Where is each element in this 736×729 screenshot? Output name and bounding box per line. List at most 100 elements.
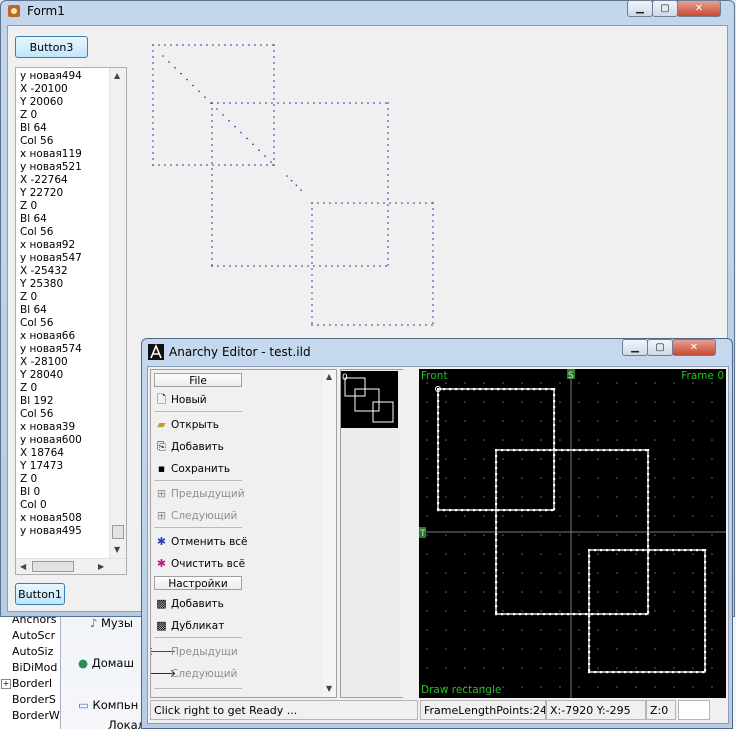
add-file-icon: ⎘ — [157, 440, 166, 453]
editor-client: File 🗋 Новый ▰ Открыть ⎘ Добавить ▪ Сохранит… — [147, 366, 729, 724]
memo-line: x новая92 — [20, 239, 76, 251]
clear-all-button[interactable]: ✱ Очистить всё — [155, 555, 245, 573]
top-axis-marker: S — [568, 371, 574, 381]
memo-line: Y 22720 — [20, 187, 64, 199]
memo-line: Col 56 — [20, 408, 54, 420]
computer-icon: ▭ — [78, 698, 89, 712]
nav-homegroup[interactable]: ● Домаш — [78, 656, 134, 670]
duplicate-button[interactable]: ▩ Дубликат — [155, 617, 224, 635]
status-bar: Click right to get Ready ... FrameLength… — [150, 700, 728, 720]
status-z: Z:0 — [646, 700, 676, 720]
memo-line: Bl 192 — [20, 395, 54, 407]
list-item[interactable]: AutoScr — [0, 628, 60, 644]
mode-label: Draw rectangle — [421, 684, 501, 696]
button1[interactable]: Button1 — [15, 583, 65, 605]
add-frame-button[interactable]: ▩ Добавить — [155, 595, 224, 613]
music-icon: ♪ — [90, 616, 98, 630]
next-page-icon: ⊞ — [156, 509, 167, 522]
output-memo[interactable]: y новая494 X -20100 Y 20060 Z 0 Bl 64 Col 56 x… — [15, 67, 127, 575]
memo-line: Col 56 — [20, 135, 54, 147]
maximize-button[interactable]: ▢ — [652, 0, 678, 17]
list-item[interactable]: + BorderI — [0, 676, 60, 692]
memo-line: X -25432 — [20, 265, 68, 277]
frame-thumbnails: 0 — [340, 369, 404, 698]
next-button[interactable]: ⊞ Следующий — [155, 507, 237, 525]
open-button[interactable]: ▰ Открыть — [155, 416, 219, 434]
scroll-down-icon[interactable]: ▼ — [114, 545, 120, 554]
add-frame-icon: ▩ — [156, 597, 167, 610]
close-button[interactable]: ✕ — [672, 339, 716, 356]
window-controls: ▁ ▢ ✕ — [622, 339, 716, 356]
list-item[interactable]: BorderW — [0, 708, 60, 724]
nav-music[interactable]: ♪ Музы — [90, 616, 133, 630]
memo-vertical-scrollbar[interactable]: ▲ ▼ — [109, 68, 126, 558]
memo-line: Y 28040 — [20, 369, 64, 381]
status-extra — [678, 700, 710, 720]
save-button[interactable]: ▪ Сохранить — [155, 460, 230, 478]
memo-lines: y новая494 X -20100 Y 20060 Z 0 Bl 64 Col 56 x… — [20, 70, 82, 538]
list-item[interactable]: BiDiMod — [0, 660, 60, 676]
list-item[interactable]: BorderS — [0, 692, 60, 708]
memo-line: y новая495 — [20, 525, 82, 537]
memo-line: x новая508 — [20, 512, 82, 524]
previous-button[interactable]: ⊞ Предыдущий — [155, 485, 245, 503]
memo-horizontal-scrollbar[interactable]: ◀ ▶ — [16, 558, 126, 574]
tool-panel-scrollbar[interactable]: ▲ ▼ — [323, 370, 336, 697]
undo-all-icon: ✱ — [156, 535, 167, 548]
memo-line: Bl 64 — [20, 122, 47, 134]
memo-line: X 18764 — [20, 447, 64, 459]
window-title: Form1 — [27, 4, 65, 18]
arrow-left-icon: 🡐 — [151, 645, 176, 659]
nav-computer[interactable]: ▭ Компьн — [78, 698, 138, 712]
memo-line: x новая66 — [20, 330, 76, 342]
drawing-canvas[interactable]: S T Front Frame 0 Draw rectangle — [419, 369, 726, 698]
memo-line: Col 56 — [20, 317, 54, 329]
minimize-button[interactable]: ▁ — [627, 0, 653, 17]
scroll-thumb[interactable] — [112, 525, 124, 539]
scroll-right-icon[interactable]: ▶ — [98, 562, 104, 571]
memo-line: x новая39 — [20, 421, 76, 433]
open-folder-icon: ▰ — [157, 418, 166, 431]
close-icon: ✕ — [694, 3, 704, 14]
scroll-up-icon[interactable]: ▲ — [114, 71, 120, 80]
memo-line: Bl 64 — [20, 304, 47, 316]
memo-line: Y 25380 — [20, 278, 64, 290]
memo-line: Z 0 — [20, 473, 38, 485]
scroll-up-icon[interactable]: ▲ — [326, 372, 332, 381]
scroll-thumb[interactable] — [32, 561, 74, 572]
button3[interactable]: Button3 — [15, 36, 88, 58]
memo-line: y новая574 — [20, 343, 82, 355]
settings-section-header: Настройки — [154, 576, 242, 590]
add-file-button[interactable]: ⎘ Добавить — [155, 438, 224, 456]
status-coordinates: X:-7920 Y:-295 — [546, 700, 646, 720]
memo-line: Z 0 — [20, 382, 38, 394]
memo-line: y новая600 — [20, 434, 82, 446]
memo-line: Y 17473 — [20, 460, 64, 472]
window-title: Anarchy Editor - test.ild — [169, 345, 311, 359]
minimize-button[interactable]: ▁ — [622, 339, 648, 356]
next-frame-button[interactable]: 🡒Следующий — [151, 665, 237, 683]
scroll-left-icon[interactable]: ◀ — [20, 562, 26, 571]
drawing-area — [152, 44, 434, 326]
save-disk-icon: ▪ — [157, 462, 166, 475]
tool-panel: File 🗋 Новый ▰ Открыть ⎘ Добавить ▪ Сохранит… — [150, 369, 337, 698]
memo-line: Col 56 — [20, 226, 54, 238]
previous-page-icon: ⊞ — [156, 487, 167, 500]
anarchy-editor-window: Anarchy Editor - test.ild ▁ ▢ ✕ File 🗋 Но… — [141, 338, 733, 729]
maximize-button[interactable]: ▢ — [647, 339, 673, 356]
property-list[interactable]: Anchors AutoScr AutoSiz BiDiMod + BorderI… — [0, 612, 61, 729]
memo-line: y новая547 — [20, 252, 82, 264]
expand-icon[interactable]: + — [1, 679, 11, 689]
frame-thumbnail[interactable]: 0 — [341, 371, 398, 428]
memo-line: x новая119 — [20, 148, 82, 160]
previous-frame-button[interactable]: 🡐Предыдущи — [151, 643, 238, 661]
new-button[interactable]: 🗋 Новый — [155, 391, 207, 409]
thumbnail-index: 0 — [342, 373, 348, 383]
scroll-down-icon[interactable]: ▼ — [326, 684, 332, 693]
close-button[interactable]: ✕ — [677, 0, 721, 17]
thumbnail-scrollbar[interactable] — [399, 370, 404, 697]
undo-all-button[interactable]: ✱ Отменить всё — [155, 533, 248, 551]
memo-line: y новая494 — [20, 70, 82, 82]
list-item[interactable]: AutoSiz — [0, 644, 60, 660]
window-controls: ▁ ▢ ✕ — [627, 0, 721, 17]
